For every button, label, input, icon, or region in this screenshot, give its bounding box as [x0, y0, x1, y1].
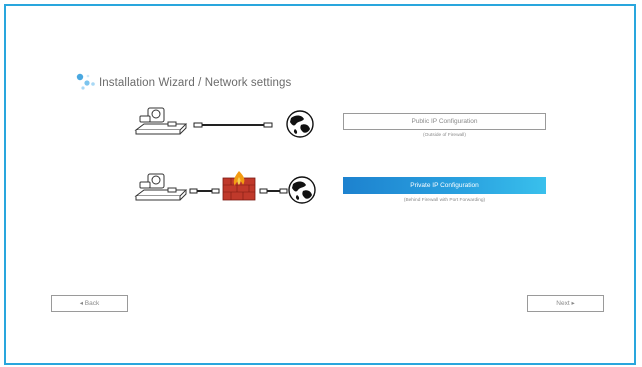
wizard-header: Installation Wizard / Network settings [74, 72, 291, 94]
public-ip-illustration [134, 107, 314, 138]
wizard-window: Installation Wizard / Network settings P… [4, 4, 636, 365]
globe-icon [288, 176, 316, 204]
globe-icon [286, 110, 314, 138]
firewall-icon [222, 171, 256, 201]
page-title: Installation Wizard / Network settings [99, 77, 292, 89]
private-ip-illustration [134, 171, 316, 204]
ethernet-cable-icon [259, 188, 288, 194]
ethernet-cable-icon [193, 122, 273, 128]
private-ip-description: (Behind Firewall with Port Forwarding) [403, 198, 486, 203]
camera-device-icon [134, 107, 188, 135]
private-ip-button[interactable]: Private IP Configuration [343, 177, 546, 194]
public-ip-description: (Outside of Firewall) [423, 133, 466, 138]
public-ip-button[interactable]: Public IP Configuration [343, 113, 546, 130]
wizard-icon [76, 73, 95, 90]
camera-device-icon [134, 173, 188, 201]
ethernet-cable-icon [189, 188, 220, 194]
back-button[interactable]: ◂ Back [51, 295, 128, 312]
next-button[interactable]: Next ▸ [527, 295, 604, 312]
